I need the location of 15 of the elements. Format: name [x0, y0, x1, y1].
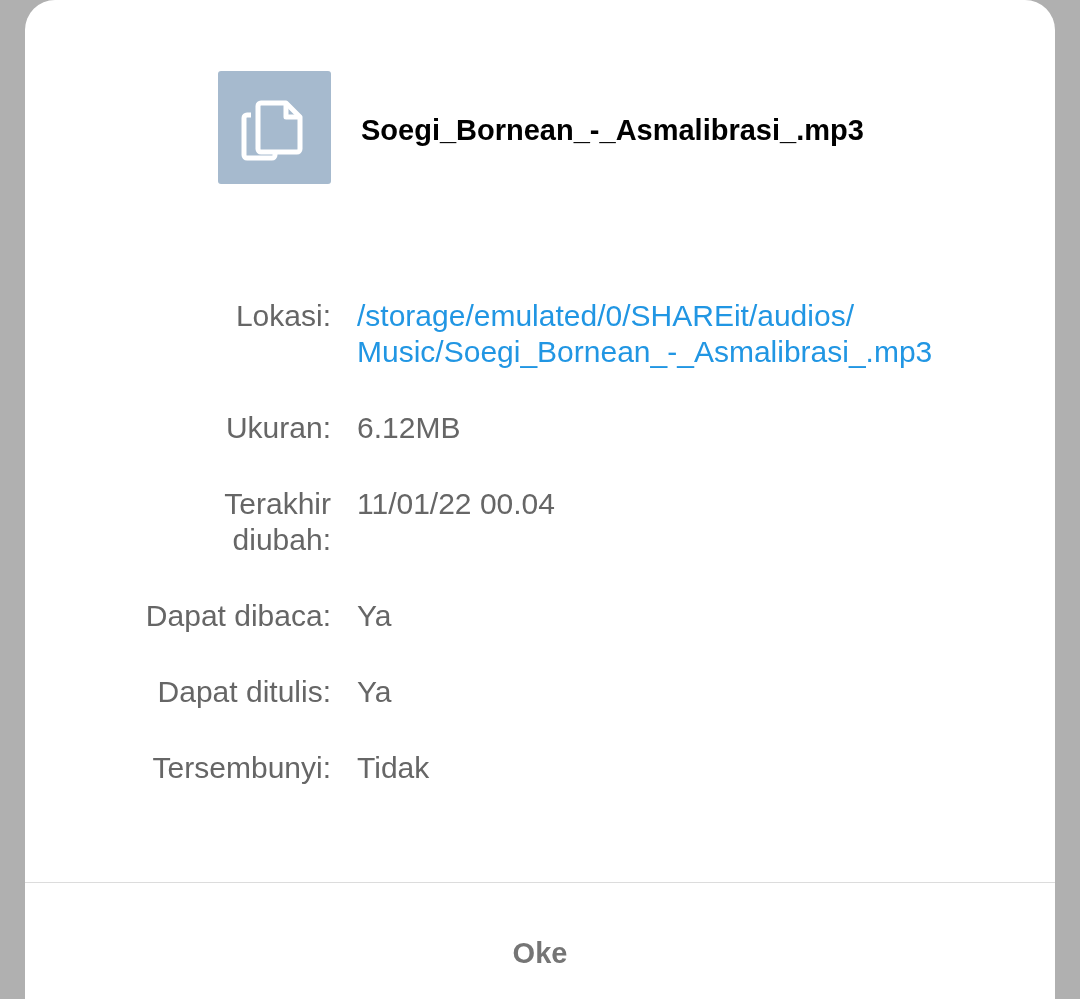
detail-label: Ukuran:: [224, 410, 331, 446]
ok-button[interactable]: Oke: [25, 883, 1055, 999]
detail-value: Tidak: [357, 750, 430, 786]
detail-label: Dapat ditulis:: [156, 674, 331, 710]
file-name-title: Soegi_Bornean_-_Asmalibrasi_.mp3: [361, 112, 864, 148]
file-path-link[interactable]: /storage/emulated/0/SHAREit/audios/Music/Soegi_Bornean_-_Asmalibrasi_.mp3: [357, 298, 936, 370]
documents-icon: [218, 71, 331, 184]
detail-value: Ya: [357, 598, 392, 634]
detail-label: Dapat dibaca:: [144, 598, 331, 634]
detail-label: Tersembunyi:: [151, 750, 331, 786]
detail-label: Terakhir diubah:: [223, 486, 331, 558]
detail-value: Ya: [357, 674, 392, 710]
detail-value: 11/01/22 00.04: [357, 486, 555, 522]
detail-label: Lokasi:: [234, 298, 331, 334]
detail-value: 6.12MB: [357, 410, 461, 446]
